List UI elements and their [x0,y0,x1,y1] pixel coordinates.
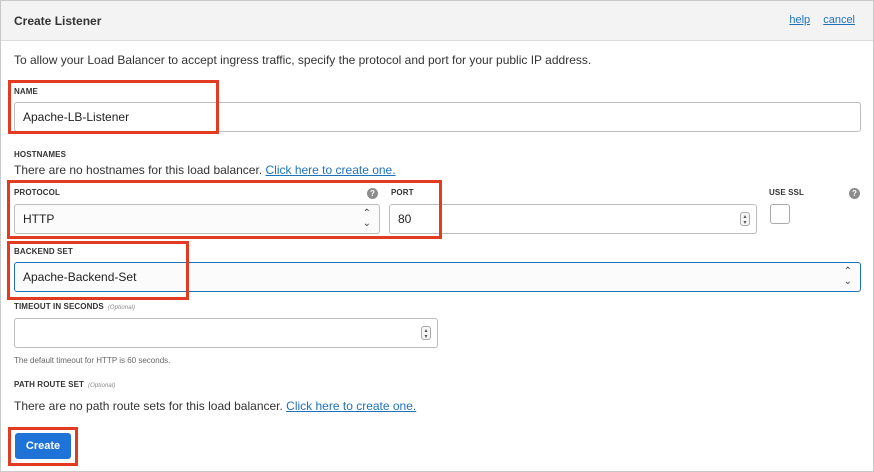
backend-set-select-value: Apache-Backend-Set [23,270,137,284]
timeout-input[interactable]: ▴ ▾ [14,318,438,348]
use-ssl-help-icon[interactable]: ? [849,188,860,199]
use-ssl-label: USE SSL [769,188,804,197]
timeout-hint: The default timeout for HTTP is 60 secon… [14,356,171,365]
path-route-set-message: There are no path route sets for this lo… [14,399,283,413]
protocol-help-icon[interactable]: ? [367,188,378,199]
protocol-select-value: HTTP [23,212,55,226]
path-route-set-label-text: PATH ROUTE SET [14,380,84,389]
timeout-label-text: TIMEOUT IN SECONDS [14,302,104,311]
hostnames-label: HOSTNAMES [14,150,67,159]
path-route-set-label: PATH ROUTE SET (Optional) [14,380,115,389]
port-label: PORT [391,188,414,197]
page-title: Create Listener [14,14,102,28]
intro-text: To allow your Load Balancer to accept in… [14,53,592,67]
name-label: NAME [14,87,38,96]
backend-set-select[interactable]: Apache-Backend-Set ⌃ ⌄ [14,262,861,292]
up-down-chevron-icon: ⌃ ⌄ [843,266,852,287]
protocol-select[interactable]: HTTP ⌃ ⌄ [14,204,380,234]
path-route-set-text: There are no path route sets for this lo… [14,399,416,413]
protocol-label: PROTOCOL [14,188,60,197]
port-input[interactable]: 80 ▴ ▾ [389,204,757,234]
name-input[interactable]: Apache-LB-Listener [14,102,861,132]
port-input-value: 80 [398,212,412,226]
port-stepper-icon[interactable]: ▴ ▾ [740,212,750,226]
timeout-optional-tag: (Optional) [107,305,136,311]
cancel-link[interactable]: cancel [823,14,855,26]
help-link[interactable]: help [789,14,810,26]
timeout-stepper-icon[interactable]: ▴ ▾ [421,326,431,340]
header-links: help cancel [779,14,855,26]
hostnames-create-link[interactable]: Click here to create one. [266,163,396,177]
path-route-set-optional-tag: (Optional) [88,383,116,389]
name-input-value: Apache-LB-Listener [23,110,130,124]
up-down-chevron-icon: ⌃ ⌄ [362,208,371,229]
path-route-set-create-link[interactable]: Click here to create one. [286,399,416,413]
hostnames-message: There are no hostnames for this load bal… [14,163,263,177]
hostnames-text: There are no hostnames for this load bal… [14,163,396,177]
timeout-label: TIMEOUT IN SECONDS (Optional) [14,302,135,311]
panel-header: Create Listener help cancel [1,1,873,41]
use-ssl-checkbox[interactable] [770,204,790,224]
backend-set-label: BACKEND SET [14,247,73,256]
create-listener-panel: Create Listener help cancel To allow you… [0,0,874,472]
create-button[interactable]: Create [15,433,71,459]
